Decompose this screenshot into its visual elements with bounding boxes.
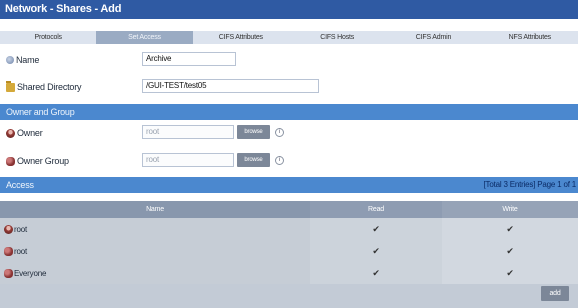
info-icon[interactable]: i	[275, 128, 284, 137]
tab-cifs-attributes[interactable]: CIFS Attributes	[193, 31, 289, 44]
network-share-icon	[6, 56, 14, 64]
share-add-window: Network - Shares - Add Protocols Set Acc…	[0, 0, 578, 308]
write-checkbox[interactable]: ✔	[506, 246, 514, 257]
group-icon	[6, 156, 15, 166]
owner-input[interactable]: root	[142, 125, 234, 139]
owner-label: Owner	[17, 128, 43, 138]
row-name: root	[14, 246, 27, 256]
write-checkbox[interactable]: ✔	[506, 268, 514, 279]
row-read-cell: ✔	[310, 218, 442, 240]
owner-browse-button[interactable]: browse	[237, 125, 270, 139]
owner-group-header: Owner and Group	[0, 104, 578, 120]
read-checkbox[interactable]: ✔	[372, 224, 380, 235]
group-icon	[4, 268, 13, 278]
write-checkbox[interactable]: ✔	[506, 224, 514, 235]
add-button[interactable]: add	[541, 286, 569, 301]
owner-group-input[interactable]: root	[142, 153, 234, 167]
row-write-cell: ✔	[442, 218, 578, 240]
directory-label-group: Shared Directory	[6, 80, 82, 92]
info-icon[interactable]: i	[275, 156, 284, 165]
row-name-cell: root	[0, 218, 310, 240]
row-write-cell: ✔	[442, 262, 578, 284]
column-header-name[interactable]: Name	[0, 201, 310, 218]
row-write-cell: ✔	[442, 240, 578, 262]
shared-directory-input[interactable]: /GUI-TEST/test05	[142, 79, 319, 93]
tab-nfs-attributes[interactable]: NFS Attributes	[482, 31, 578, 44]
owner-label-group: Owner	[6, 128, 43, 138]
tab-bar: Protocols Set Access CIFS Attributes CIF…	[0, 31, 578, 44]
tab-cifs-admin[interactable]: CIFS Admin	[385, 31, 481, 44]
row-read-cell: ✔	[310, 262, 442, 284]
table-row[interactable]: root ✔ ✔	[0, 218, 578, 240]
tab-cifs-hosts[interactable]: CIFS Hosts	[289, 31, 385, 44]
group-browse-button[interactable]: browse	[237, 153, 270, 167]
read-checkbox[interactable]: ✔	[372, 246, 380, 257]
directory-label: Shared Directory	[17, 82, 82, 92]
access-title: Access	[6, 180, 34, 190]
access-header: Access [Total 3 Entries] Page 1 of 1	[0, 177, 578, 193]
user-icon	[4, 224, 13, 234]
row-read-cell: ✔	[310, 240, 442, 262]
tab-protocols[interactable]: Protocols	[0, 31, 96, 44]
folder-icon	[6, 80, 15, 92]
owner-group-label-group: Owner Group	[6, 156, 69, 166]
row-name-cell: Everyone	[0, 262, 310, 284]
user-icon	[6, 128, 15, 138]
name-label: Name	[16, 55, 40, 65]
name-input[interactable]: Archive	[142, 52, 236, 66]
column-header-write[interactable]: Write	[442, 201, 578, 218]
group-icon	[4, 246, 13, 256]
pagination-summary: [Total 3 Entries] Page 1 of 1	[483, 180, 577, 189]
read-checkbox[interactable]: ✔	[372, 268, 380, 279]
row-name: Everyone	[14, 268, 47, 278]
access-table-header: Name Read Write	[0, 201, 578, 218]
name-label-group: Name	[6, 55, 39, 65]
column-header-read[interactable]: Read	[310, 201, 442, 218]
row-name: root	[14, 224, 27, 234]
row-name-cell: root	[0, 240, 310, 262]
tab-set-access[interactable]: Set Access	[96, 31, 193, 44]
window-title: Network - Shares - Add	[0, 0, 578, 19]
table-row[interactable]: root ✔ ✔	[0, 240, 578, 262]
owner-group-label: Owner Group	[17, 156, 69, 166]
table-row[interactable]: Everyone ✔ ✔	[0, 262, 578, 284]
table-footer	[0, 284, 578, 308]
